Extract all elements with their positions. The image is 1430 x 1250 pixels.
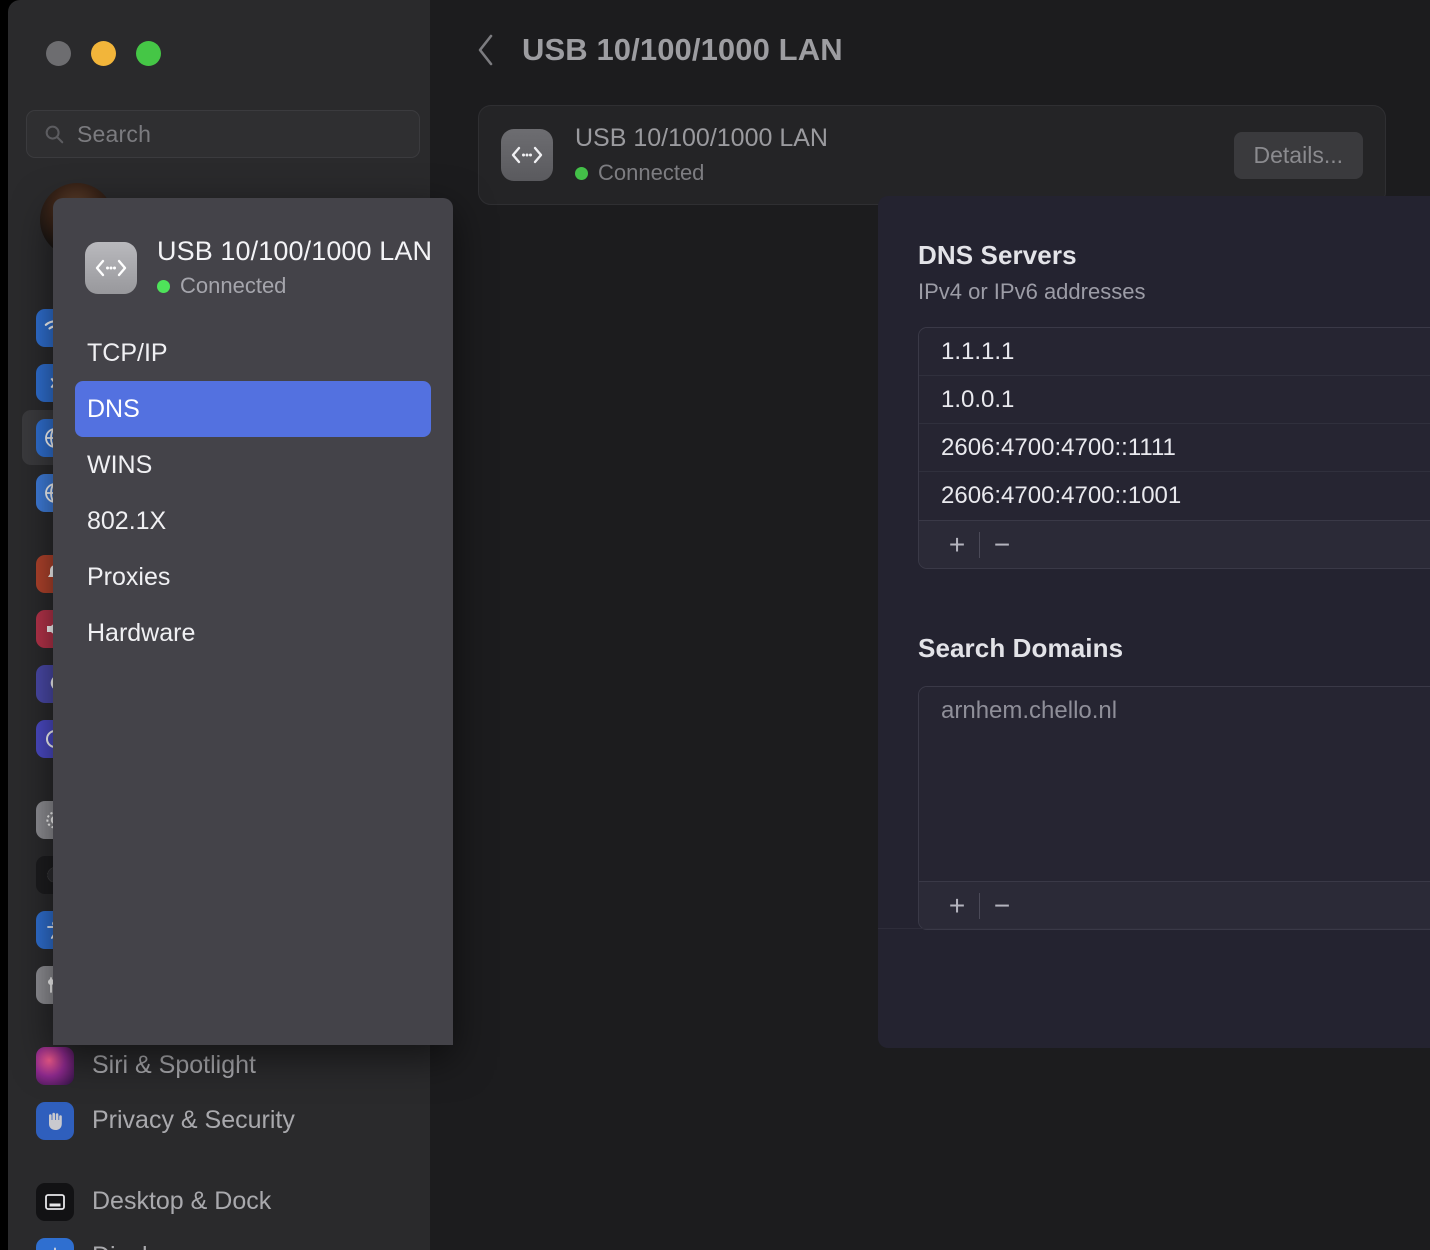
search-domains-toolbar: + −	[919, 881, 1430, 929]
sheet-footer: Cancel OK	[878, 928, 1430, 1048]
page-title: USB 10/100/1000 LAN	[522, 32, 843, 68]
dns-servers-list-box: 1.1.1.1 1.0.0.1 2606:4700:4700::1111 260…	[918, 327, 1430, 569]
sidebar-divider	[8, 1148, 430, 1174]
popover-header: USB 10/100/1000 LAN Connected	[53, 198, 453, 299]
dns-servers-subtitle: IPv4 or IPv6 addresses	[918, 279, 1430, 305]
popover-item-proxies[interactable]: Proxies	[75, 549, 431, 605]
status-label: Connected	[598, 160, 704, 186]
section-spacer	[918, 569, 1430, 633]
displays-icon	[36, 1238, 74, 1250]
popover-item-hardware[interactable]: Hardware	[75, 605, 431, 661]
minimize-button-icon[interactable]	[91, 41, 116, 66]
status-dot-icon	[575, 167, 588, 180]
siri-icon	[36, 1047, 74, 1085]
popover-interface-status: Connected	[157, 273, 432, 299]
popover-interface-name: USB 10/100/1000 LAN	[157, 236, 432, 267]
network-status: Connected	[575, 160, 828, 186]
popover-item-dns[interactable]: DNS	[75, 381, 431, 437]
sidebar-item-privacy-security[interactable]: Privacy & Security	[22, 1093, 416, 1148]
dns-settings-sheet: DNS Servers IPv4 or IPv6 addresses 1.1.1…	[878, 196, 1430, 1048]
search-icon	[43, 123, 65, 145]
desktop-dock-icon	[36, 1183, 74, 1221]
ethernet-icon	[85, 242, 137, 294]
list-item[interactable]: 2606:4700:4700::1111	[919, 424, 1430, 472]
hand-icon	[36, 1102, 74, 1140]
list-item[interactable]: 1.0.0.1	[919, 376, 1430, 424]
network-name: USB 10/100/1000 LAN	[575, 124, 828, 153]
zoom-button-icon[interactable]	[136, 41, 161, 66]
search-domains-title: Search Domains	[918, 633, 1430, 664]
detail-header: USB 10/100/1000 LAN	[430, 0, 1430, 100]
dns-servers-rows: 1.1.1.1 1.0.0.1 2606:4700:4700::1111 260…	[919, 328, 1430, 520]
sidebar-item-label: Displays	[92, 1242, 186, 1250]
search-placeholder: Search	[77, 121, 151, 148]
status-dot-icon	[157, 280, 170, 293]
screen: Search Wi-Fi	[0, 0, 1430, 1250]
ethernet-icon	[501, 129, 553, 181]
remove-dns-server-button[interactable]: −	[980, 525, 1024, 565]
sidebar-item-desktop-dock[interactable]: Desktop & Dock	[22, 1174, 416, 1229]
add-search-domain-button[interactable]: +	[935, 886, 979, 926]
sidebar-item-siri-spotlight[interactable]: Siri & Spotlight	[22, 1038, 416, 1093]
status-label: Connected	[180, 273, 286, 299]
popover-menu: TCP/IP DNS WINS 802.1X Proxies Hardware	[53, 325, 453, 661]
list-item[interactable]: 1.1.1.1	[919, 328, 1430, 376]
sheet-scroll-area: DNS Servers IPv4 or IPv6 addresses 1.1.1…	[878, 196, 1430, 928]
search-input[interactable]: Search	[26, 110, 420, 158]
dns-servers-section: DNS Servers IPv4 or IPv6 addresses 1.1.1…	[918, 240, 1430, 569]
popover-interface-info: USB 10/100/1000 LAN Connected	[157, 236, 432, 299]
system-settings-window: Search Wi-Fi	[8, 0, 1430, 1250]
remove-search-domain-button[interactable]: −	[980, 886, 1024, 926]
search-domains-list-box: arnhem.chello.nl + −	[918, 686, 1430, 930]
network-interface-card: USB 10/100/1000 LAN Connected Details...	[478, 105, 1386, 205]
popover-item-8021x[interactable]: 802.1X	[75, 493, 431, 549]
search-domains-section: Search Domains arnhem.chello.nl + −	[918, 633, 1430, 930]
dns-servers-toolbar: + −	[919, 520, 1430, 568]
sidebar-item-label: Privacy & Security	[92, 1106, 295, 1135]
list-item[interactable]: 2606:4700:4700::1001	[919, 472, 1430, 520]
sidebar-item-label: Desktop & Dock	[92, 1187, 271, 1216]
search-domains-empty-area[interactable]	[919, 735, 1430, 881]
close-button-icon[interactable]	[46, 41, 71, 66]
list-item[interactable]: arnhem.chello.nl	[919, 687, 1430, 735]
interface-settings-popover: USB 10/100/1000 LAN Connected TCP/IP DNS…	[53, 198, 453, 1045]
sidebar-item-label: Siri & Spotlight	[92, 1051, 256, 1080]
sidebar-item-displays[interactable]: Displays	[22, 1229, 416, 1250]
popover-item-tcpip[interactable]: TCP/IP	[75, 325, 431, 381]
network-info: USB 10/100/1000 LAN Connected	[575, 124, 828, 186]
details-button[interactable]: Details...	[1234, 132, 1363, 179]
add-dns-server-button[interactable]: +	[935, 525, 979, 565]
dns-servers-title: DNS Servers	[918, 240, 1430, 271]
popover-item-wins[interactable]: WINS	[75, 437, 431, 493]
back-chevron-icon[interactable]	[476, 33, 496, 67]
window-controls	[46, 41, 161, 66]
detail-pane: USB 10/100/1000 LAN USB 10/100/1000 LAN	[430, 0, 1430, 1250]
search-domains-rows: arnhem.chello.nl	[919, 687, 1430, 881]
